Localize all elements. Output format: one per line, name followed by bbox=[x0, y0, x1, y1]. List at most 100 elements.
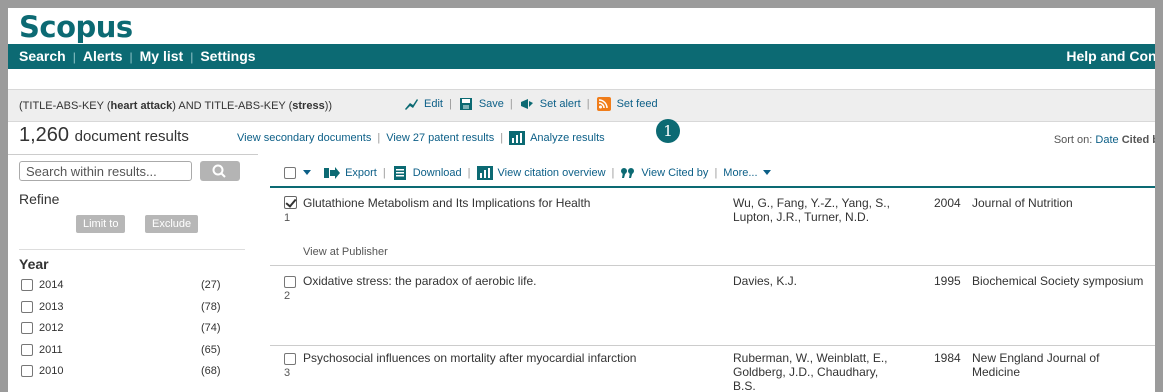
authors-line: Davies, K.J. bbox=[733, 274, 798, 288]
result-count-label: document results bbox=[74, 128, 189, 145]
year-facet-item[interactable]: 2014 (27) bbox=[21, 279, 241, 301]
year-facet-item[interactable]: 2012 (74) bbox=[21, 322, 241, 344]
result-links: View secondary documents | View 27 patent … bbox=[237, 131, 605, 145]
set-feed-label: Set feed bbox=[616, 98, 658, 110]
refine-heading: Refine bbox=[19, 191, 60, 207]
export-label: Export bbox=[345, 167, 377, 179]
result-count-number: 1,260 bbox=[19, 124, 70, 146]
refine-panel: Search within results... Refine Limit to… bbox=[8, 154, 258, 392]
year-count: (74) bbox=[201, 322, 221, 334]
limit-to-button[interactable]: Limit to bbox=[76, 215, 126, 233]
document-title-link[interactable]: Psychosocial influences on mortality aft… bbox=[303, 351, 636, 365]
exclude-button[interactable]: Exclude bbox=[145, 215, 199, 233]
nav-my-list[interactable]: My list bbox=[140, 48, 184, 64]
query-string: (TITLE-ABS-KEY (heart attack) AND TITLE-… bbox=[19, 100, 332, 112]
year-facet-item[interactable]: 2013 (78) bbox=[21, 301, 241, 323]
cited-by-label: View Cited by bbox=[641, 167, 709, 179]
document-authors[interactable]: Ruberman, W., Weinblatt, E., Goldberg, J… bbox=[733, 351, 923, 392]
sort-by-cited[interactable]: Cited b bbox=[1122, 134, 1155, 146]
edit-query-button[interactable]: Edit bbox=[403, 97, 443, 111]
document-source[interactable]: Biochemical Society symposium bbox=[972, 274, 1143, 288]
year-label: 2013 bbox=[39, 300, 64, 313]
result-checkbox-checked[interactable] bbox=[284, 196, 297, 212]
year-count: (27) bbox=[201, 279, 221, 291]
analyze-results-link[interactable]: Analyze results bbox=[509, 131, 605, 145]
save-search-button[interactable]: Save bbox=[458, 97, 504, 111]
scopus-logo[interactable]: Scopus bbox=[19, 10, 133, 44]
result-row: Glutathione Metabolism and Its Implicati… bbox=[270, 196, 1155, 266]
query-suffix: )) bbox=[324, 100, 333, 112]
results-header: 1,260 document results View secondary do… bbox=[8, 124, 1155, 154]
query-actions: Edit | Save | Set alert | Set feed bbox=[403, 97, 658, 111]
year-checkbox[interactable] bbox=[21, 343, 33, 356]
document-source[interactable]: New England Journal of Medicine bbox=[972, 351, 1099, 379]
document-authors[interactable]: Wu, G., Fang, Y.-Z., Yang, S., Lupton, J… bbox=[733, 196, 923, 224]
nav-alerts[interactable]: Alerts bbox=[83, 48, 123, 64]
year-facet-item[interactable]: 2011 (65) bbox=[21, 344, 241, 366]
row-divider bbox=[270, 345, 1155, 346]
year-label: 2012 bbox=[39, 322, 64, 334]
edit-label: Edit bbox=[424, 98, 443, 110]
sort-by-date[interactable]: Date bbox=[1095, 134, 1118, 146]
download-button[interactable]: Download bbox=[392, 166, 462, 180]
view-patent-results-link[interactable]: View 27 patent results bbox=[386, 132, 494, 144]
quote-icon bbox=[621, 168, 635, 178]
document-authors[interactable]: Davies, K.J. bbox=[733, 274, 923, 288]
nav-settings[interactable]: Settings bbox=[200, 48, 255, 64]
set-feed-button[interactable]: Set feed bbox=[596, 97, 658, 111]
year-facet-list: 2014 (27) 2013 (78) 2012 (74) 2011 (65) … bbox=[21, 279, 241, 387]
analyze-results-label: Analyze results bbox=[530, 132, 605, 144]
year-facet-item[interactable]: 2010 (68) bbox=[21, 365, 241, 387]
top-nav: Search | Alerts | My list | Settings Help and … bbox=[8, 44, 1155, 69]
year-count: (78) bbox=[201, 300, 221, 313]
result-row: Psychosocial influences on mortality aft… bbox=[270, 351, 1155, 392]
result-count: 1,260 document results bbox=[19, 124, 189, 147]
nav-links: Search | Alerts | My list | Settings bbox=[19, 48, 256, 64]
view-secondary-documents-link[interactable]: View secondary documents bbox=[237, 132, 371, 144]
year-checkbox[interactable] bbox=[21, 300, 33, 313]
document-title-link[interactable]: Oxidative stress: the paradox of aerobic… bbox=[303, 274, 536, 288]
separator: | bbox=[448, 97, 452, 110]
query-middle: ) AND TITLE-ABS-KEY ( bbox=[172, 100, 293, 112]
sort-controls: Sort on: Date Cited b bbox=[1054, 134, 1155, 146]
source-line: Medicine bbox=[972, 365, 1021, 379]
more-menu[interactable]: More... bbox=[723, 167, 771, 179]
help-and-contact-link[interactable]: Help and Conta bbox=[1066, 48, 1155, 64]
year-count: (65) bbox=[201, 343, 221, 356]
authors-line: Goldberg, J.D., Chaudhary, bbox=[733, 365, 879, 379]
view-cited-by-button[interactable]: View Cited by bbox=[620, 166, 708, 180]
separator: | bbox=[382, 166, 386, 179]
result-checkbox[interactable] bbox=[284, 351, 296, 365]
separator: | bbox=[714, 166, 718, 179]
download-label: Download bbox=[412, 167, 462, 179]
year-label: 2010 bbox=[39, 365, 64, 377]
separator: | bbox=[467, 166, 471, 179]
separator: | bbox=[509, 97, 513, 110]
view-at-publisher-link[interactable]: View at Publisher bbox=[303, 246, 388, 258]
search-within-input[interactable]: Search within results... bbox=[19, 161, 192, 181]
select-all-checkbox[interactable] bbox=[284, 167, 296, 179]
result-checkbox[interactable] bbox=[284, 274, 296, 288]
source-line: New England Journal of bbox=[972, 351, 1100, 365]
view-citation-overview-button[interactable]: View citation overview bbox=[476, 166, 606, 180]
year-count: (68) bbox=[201, 365, 221, 377]
query-term-1: heart attack bbox=[110, 100, 173, 112]
select-all-dropdown[interactable] bbox=[284, 167, 311, 179]
sort-label: Sort on: bbox=[1053, 134, 1093, 146]
export-button[interactable]: Export bbox=[324, 166, 377, 180]
set-alert-button[interactable]: Set alert bbox=[519, 97, 581, 111]
authors-line: Lupton, J.R., Turner, N.D. bbox=[733, 210, 870, 224]
checkbox-checked-icon bbox=[284, 196, 297, 209]
nav-search[interactable]: Search bbox=[19, 48, 66, 64]
year-checkbox[interactable] bbox=[21, 365, 33, 378]
search-within-button[interactable] bbox=[200, 161, 240, 181]
document-title-link[interactable]: Glutathione Metabolism and Its Implicati… bbox=[303, 196, 590, 210]
year-checkbox[interactable] bbox=[21, 279, 33, 292]
document-source[interactable]: Journal of Nutrition bbox=[972, 196, 1073, 210]
authors-line: B.S. bbox=[733, 379, 756, 392]
scopus-window: Scopus Search | Alerts | My list | Settings He… bbox=[8, 8, 1155, 392]
year-label: 2011 bbox=[39, 343, 63, 356]
alert-icon bbox=[520, 99, 533, 109]
year-checkbox[interactable] bbox=[21, 322, 33, 335]
query-bar: (TITLE-ABS-KEY (heart attack) AND TITLE-… bbox=[8, 89, 1155, 122]
